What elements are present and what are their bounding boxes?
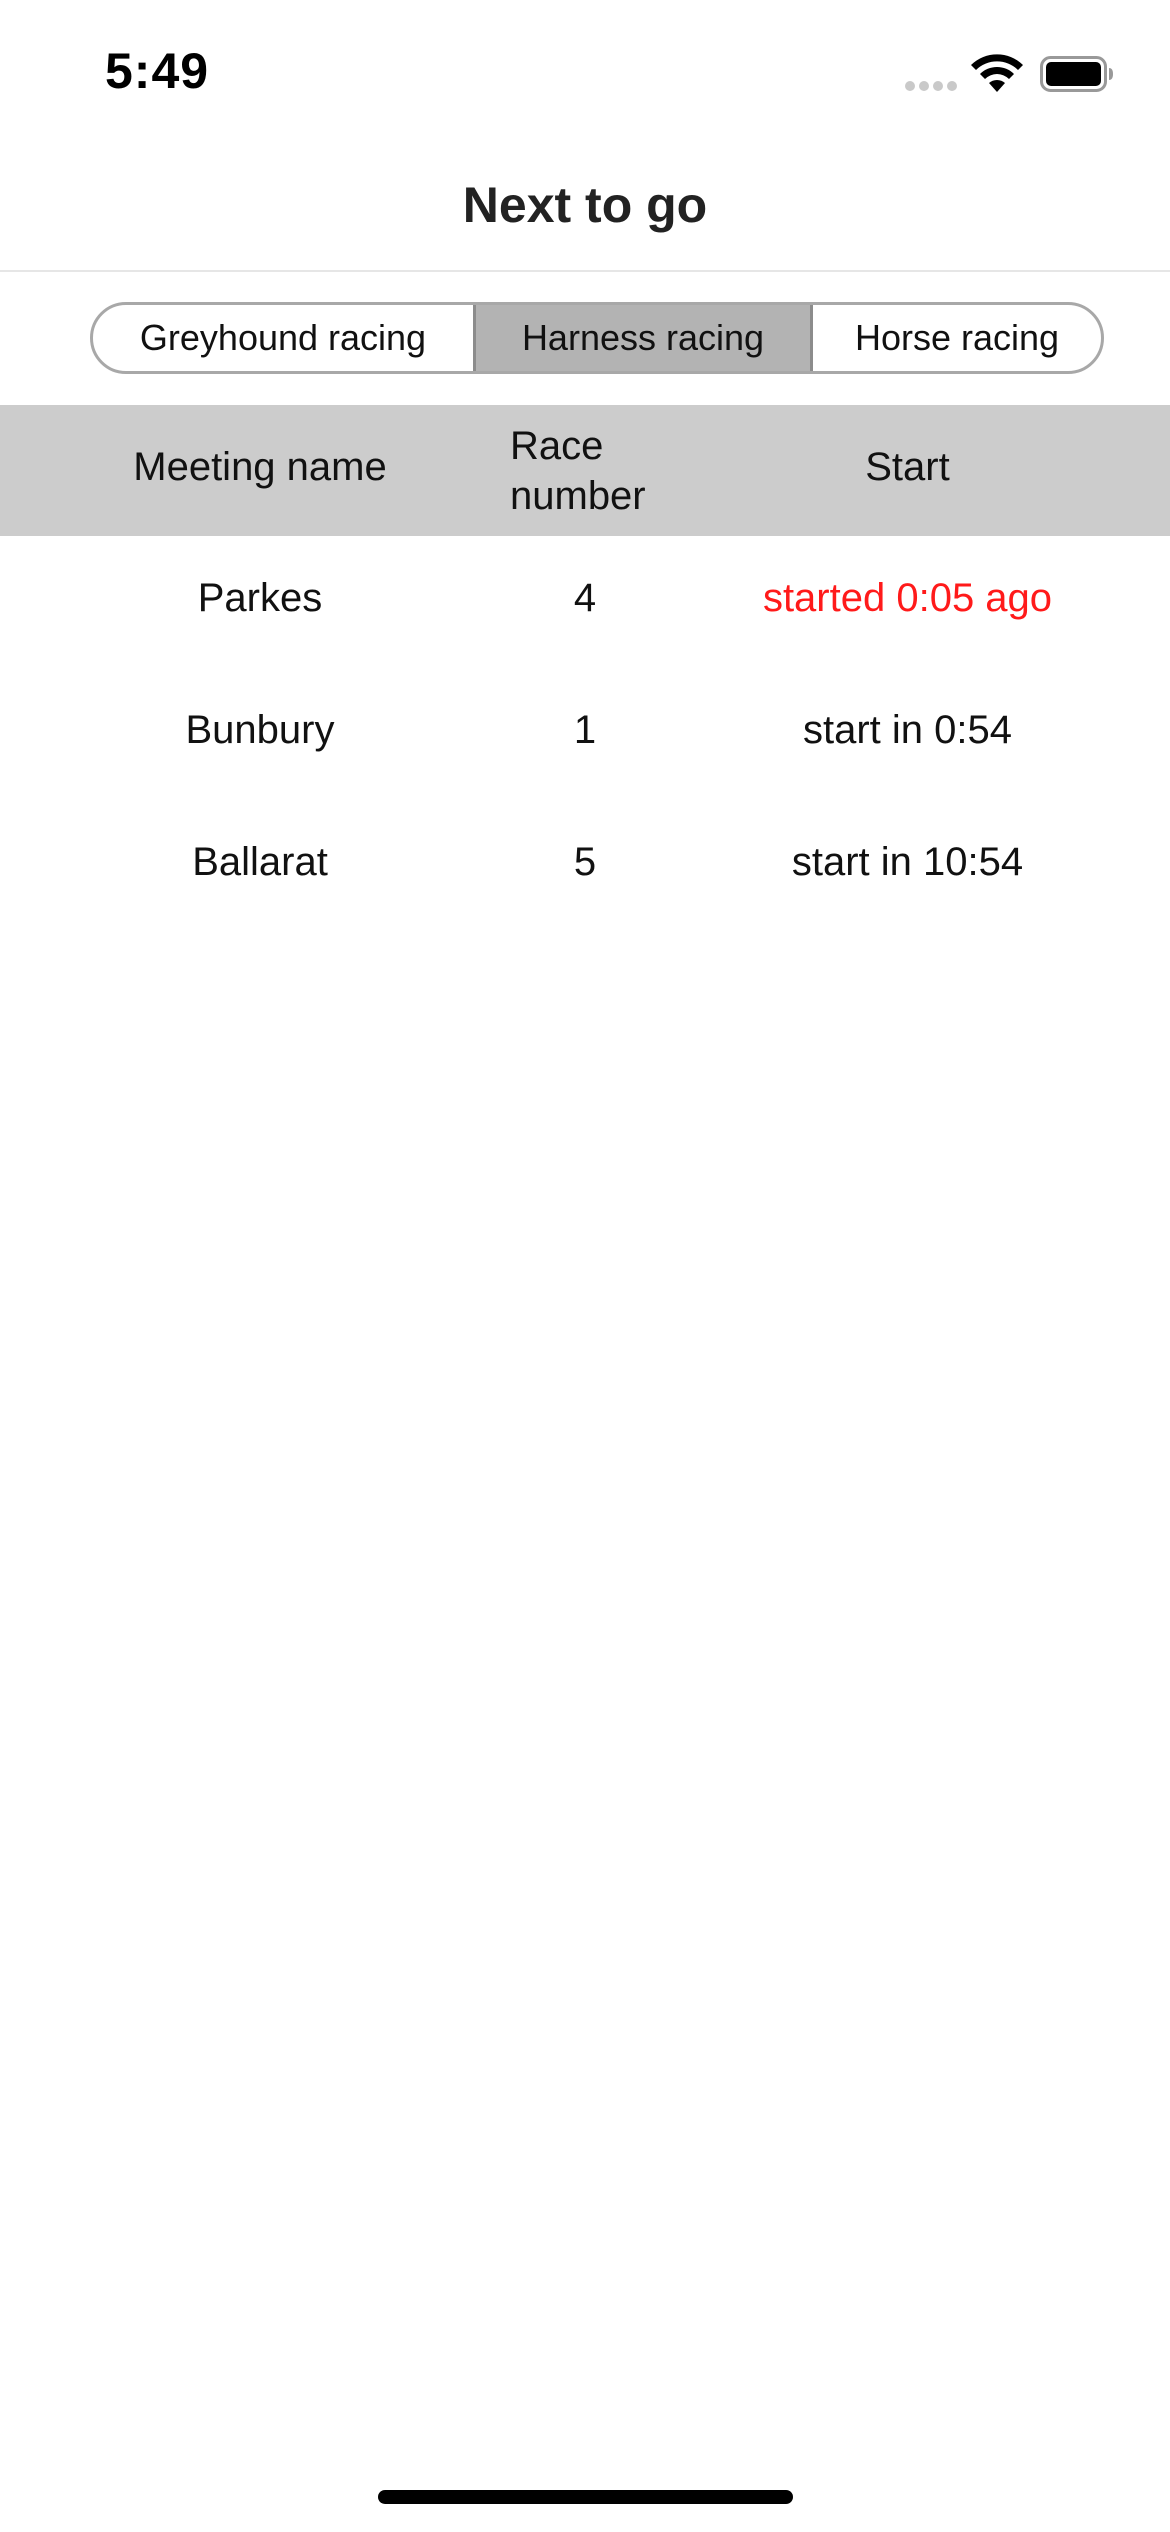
- header-start: Start: [865, 445, 950, 489]
- page-title: Next to go: [462, 177, 708, 233]
- table-row[interactable]: Bunbury 1 start in 0:54: [0, 668, 1170, 800]
- navigation-bar: Next to go: [0, 140, 1170, 272]
- header-race-line2: number: [510, 474, 646, 518]
- segment-greyhound-racing[interactable]: Greyhound racing: [93, 305, 473, 371]
- segment-harness-racing[interactable]: Harness racing: [473, 305, 813, 371]
- race-list: Parkes 4 started 0:05 ago Bunbury 1 star…: [0, 536, 1170, 932]
- start-time: started 0:05 ago: [762, 576, 1053, 620]
- start-time: start in 10:54: [791, 840, 1024, 884]
- table-row[interactable]: Ballarat 5 start in 10:54: [0, 800, 1170, 932]
- table-header: Meeting name Race number Start: [0, 405, 1170, 536]
- status-bar: 5:49: [0, 0, 1170, 140]
- meeting-name: Parkes: [197, 576, 323, 620]
- racing-type-segmented-control: Greyhound racing Harness racing Horse ra…: [90, 302, 1104, 374]
- meeting-name: Ballarat: [192, 840, 328, 884]
- meeting-name: Bunbury: [185, 708, 335, 752]
- table-row[interactable]: Parkes 4 started 0:05 ago: [0, 536, 1170, 668]
- header-race-number: Race number: [510, 421, 646, 521]
- home-indicator[interactable]: [378, 2490, 793, 2504]
- race-number: 1: [573, 708, 597, 752]
- wifi-icon: [971, 54, 1023, 92]
- header-race-line1: Race: [510, 424, 604, 468]
- segment-horse-racing[interactable]: Horse racing: [813, 305, 1101, 371]
- start-time: start in 0:54: [802, 708, 1012, 752]
- header-meeting-name: Meeting name: [133, 445, 387, 489]
- cellular-signal-icon: [905, 78, 961, 92]
- race-number: 4: [573, 576, 597, 620]
- race-number: 5: [573, 840, 597, 884]
- battery-icon: [1040, 56, 1113, 92]
- status-time: 5:49: [105, 43, 210, 99]
